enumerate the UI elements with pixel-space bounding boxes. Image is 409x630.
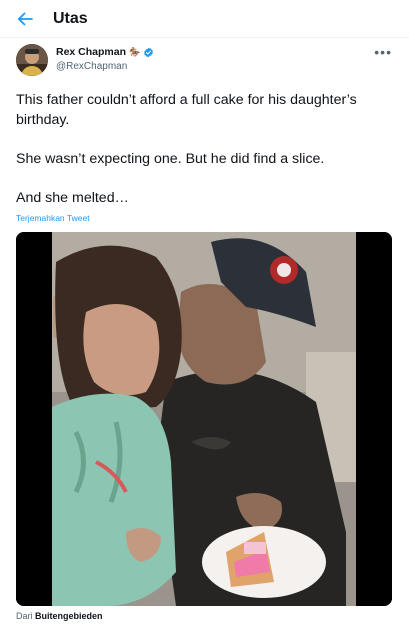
verified-badge-icon <box>144 47 154 57</box>
more-button[interactable]: ••• <box>374 44 392 60</box>
page-title: Utas <box>53 10 88 27</box>
video-player[interactable] <box>16 232 392 606</box>
source-name-link[interactable]: Buitengebieden <box>35 611 103 621</box>
translate-tweet-link[interactable]: Terjemahkan Tweet <box>16 213 90 223</box>
arrow-left-icon <box>17 12 33 26</box>
tweet-text-paragraph-2: She wasn’t expecting one. But he did fin… <box>16 151 325 167</box>
tweet-text-paragraph-1: This father couldn’t afford a full cake … <box>16 92 357 128</box>
tweet-text-paragraph-3: And she melted… <box>16 190 129 206</box>
media-source: Dari Buitengebieden <box>16 611 103 621</box>
back-button[interactable] <box>14 9 36 29</box>
author-handle[interactable]: @RexChapman <box>56 61 127 72</box>
author-row: Rex Chapman 🏇🏼 <box>56 46 154 58</box>
more-horizontal-icon: ••• <box>374 44 392 60</box>
video-thumbnail <box>16 232 392 606</box>
author-emoji: 🏇🏼 <box>129 46 141 57</box>
avatar[interactable] <box>16 44 48 76</box>
source-prefix: Dari <box>16 611 33 621</box>
top-bar: Utas <box>0 0 409 38</box>
author-name[interactable]: Rex Chapman <box>56 46 126 58</box>
